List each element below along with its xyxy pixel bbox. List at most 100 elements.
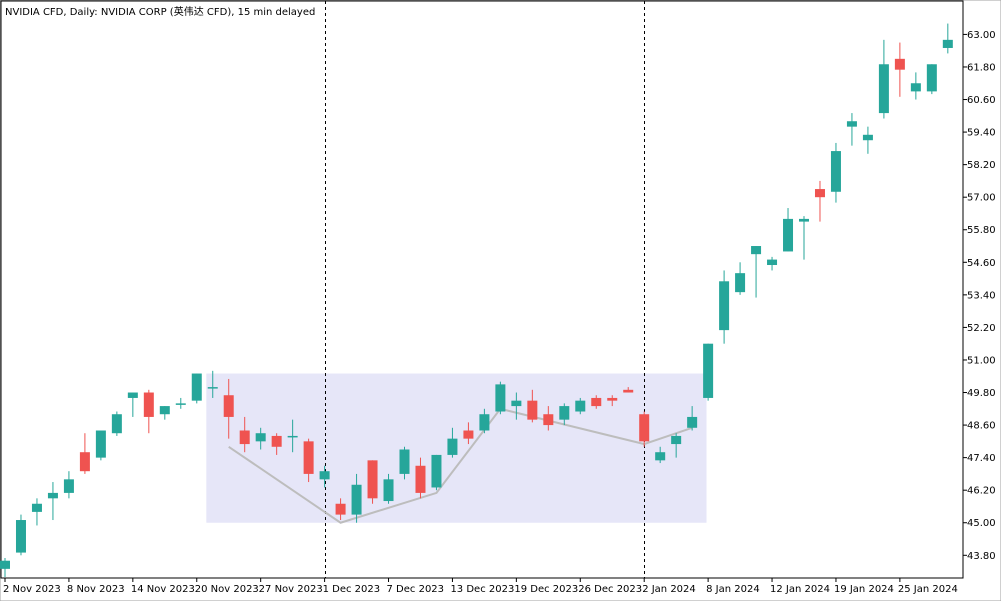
y-tick-label: 63.00 [967,30,996,41]
y-tick-label: 48.60 [967,421,996,432]
y-tick-label: 53.40 [967,290,996,301]
x-tick-label: 2 Nov 2023 [3,584,61,595]
candle-body [287,435,298,438]
candle [703,343,714,401]
x-tick-label: 2 Jan 2024 [642,584,696,595]
candle-body [335,503,346,515]
candle-body [703,343,714,398]
y-tick-label: 58.20 [967,160,996,171]
candle-body [415,465,426,493]
candle-body [367,460,378,499]
candle-body [862,134,873,141]
candle-body [31,503,42,512]
candle-body [463,430,474,439]
candle-body [607,397,618,401]
candle [15,514,26,556]
candle-body [751,246,762,255]
candle [111,411,122,436]
candle-body [655,452,666,461]
candle-body [159,406,170,415]
candle-body [735,273,746,293]
x-tick-label: 19 Dec 2023 [514,584,578,595]
candle-body [495,384,506,412]
candle-body [271,435,282,447]
candle-body [351,484,362,515]
candle-body [783,218,794,252]
candle-body [383,479,394,502]
x-tick-label: 7 Dec 2023 [387,584,445,595]
x-tick-label: 12 Jan 2024 [770,584,830,595]
candle-body [0,560,10,569]
candle-body [207,387,218,389]
y-tick-label: 60.60 [967,95,996,106]
candle-body [719,281,730,331]
y-tick-label: 54.60 [967,258,996,269]
candle-body [671,435,682,445]
x-tick-label: 1 Dec 2023 [323,584,381,595]
y-tick-label: 46.20 [967,486,996,497]
candle-body [191,373,202,401]
candle-body [47,492,58,499]
x-axis: 2 Nov 2023 8 Nov 2023 14 Nov 2023 20 Nov 20… [3,578,958,595]
candle [926,64,937,95]
candlestick-chart[interactable]: 63.00 61.80 60.60 59.40 58.20 57.00 55.80 54.60… [0,0,1001,601]
candle-body [767,259,778,266]
candle-body [399,449,410,474]
candle-body [910,83,921,92]
candle-body [846,121,857,127]
x-tick-label: 8 Nov 2023 [67,584,125,595]
y-tick-label: 49.80 [967,388,996,399]
x-tick-label: 19 Jan 2024 [834,584,894,595]
candle-body [143,392,154,417]
candle-body [799,218,809,222]
candle-body [255,433,266,442]
y-axis: 63.00 61.80 60.60 59.40 58.20 57.00 55.80 54.60… [963,30,996,562]
candle-body [95,430,106,458]
chart-title: NVIDIA CFD, Daily: NVIDIA CORP (英伟达 CFD)… [5,5,315,18]
candle-body [559,406,570,420]
y-tick-label: 45.00 [967,518,996,529]
candle-body [543,414,554,426]
candle [431,454,442,491]
x-tick-label: 14 Nov 2023 [131,584,195,595]
candle-body [79,452,90,472]
candle-body [591,397,602,407]
x-tick-label: 8 Jan 2024 [706,584,760,595]
candle-body [814,189,825,198]
candle [95,430,106,461]
candle-body [431,454,442,488]
y-tick-label: 52.20 [967,323,996,334]
y-tick-label: 43.80 [967,551,996,562]
candle-body [527,400,538,420]
candle-body [894,58,905,70]
x-tick-label: 20 Nov 2023 [195,584,259,595]
candle-body [447,438,458,455]
candle [495,381,506,415]
candle-body [15,520,26,553]
candle-body [239,430,250,445]
x-tick-label: 27 Nov 2023 [259,584,323,595]
y-tick-label: 47.40 [967,453,996,464]
y-tick-label: 61.80 [967,62,996,73]
candle-body [63,479,74,493]
candle-body [687,416,698,428]
candle [191,373,202,404]
candle-body [942,39,953,48]
y-tick-label: 57.00 [967,193,996,204]
candle [367,460,378,504]
y-tick-label: 51.00 [967,355,996,366]
candle-body [575,400,586,412]
candle-body [479,414,490,431]
candle-body [303,441,314,474]
y-tick-label: 59.40 [967,128,996,139]
x-tick-label: 13 Dec 2023 [450,584,514,595]
y-tick-label: 55.80 [967,225,996,236]
candle-body [639,414,650,442]
candle-body [111,414,122,434]
candle-body [127,392,138,398]
candle-body [319,471,330,480]
candle-body [511,400,522,407]
x-tick-label: 25 Jan 2024 [898,584,958,595]
candle-body [926,64,937,92]
candle-body [830,151,841,192]
